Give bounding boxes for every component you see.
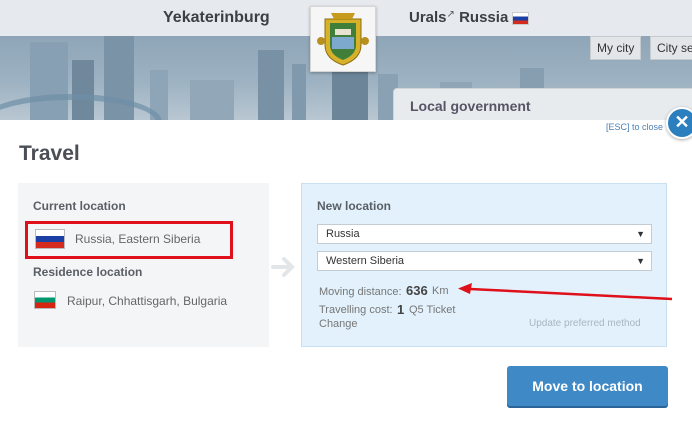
external-link-icon: ↗ [446, 9, 455, 20]
travelling-cost-value: 1 [397, 302, 405, 317]
travelling-cost-label: Travelling cost: [319, 304, 393, 316]
russia-flag-icon [35, 229, 65, 249]
tab-my-city[interactable]: My city [590, 36, 642, 60]
country-name[interactable]: Russia [459, 9, 508, 26]
city-name: Yekaterinburg [163, 9, 270, 26]
dropdown-arrow-icon: ▼ [636, 229, 645, 239]
moving-distance-label: Moving distance: [319, 286, 402, 298]
close-dialog-button[interactable]: ✕ [666, 107, 692, 139]
annotation-arrow-icon [458, 283, 673, 301]
russia-flag-icon [512, 11, 530, 25]
current-location-value: Russia, Eastern Siberia [75, 232, 201, 246]
country-select[interactable]: Russia ▼ [317, 224, 652, 244]
move-to-location-button[interactable]: Move to location [507, 366, 668, 406]
tab-city-search[interactable]: City se [650, 36, 692, 60]
moving-distance-unit: Km [432, 285, 449, 297]
change-link[interactable]: Change [319, 318, 358, 330]
close-icon: ✕ [674, 112, 690, 132]
background-panel-title: Local government [410, 98, 531, 114]
region-link[interactable]: Urals↗ Russia [409, 9, 530, 26]
residence-location-label: Residence location [33, 265, 143, 279]
dropdown-arrow-icon: ▼ [636, 256, 645, 266]
travelling-cost-unit: Q5 Ticket [409, 304, 456, 316]
country-select-value: Russia [326, 228, 360, 240]
region-name[interactable]: Urals [409, 9, 447, 26]
current-location-label: Current location [33, 199, 126, 213]
new-location-label: New location [317, 199, 392, 213]
moving-distance-value: 636 [406, 283, 428, 298]
region-select[interactable]: Western Siberia ▼ [317, 251, 652, 271]
residence-location-value: Raipur, Chhattisgarh, Bulgaria [67, 294, 228, 308]
bulgaria-flag-icon [34, 291, 56, 309]
update-preferred-method-link[interactable]: Update preferred method [529, 318, 641, 329]
dialog-title: Travel [19, 142, 80, 165]
city-emblem [310, 6, 376, 72]
esc-hint: [ESC] to close [606, 122, 664, 132]
arrow-right-icon [271, 257, 295, 277]
region-select-value: Western Siberia [326, 255, 405, 267]
